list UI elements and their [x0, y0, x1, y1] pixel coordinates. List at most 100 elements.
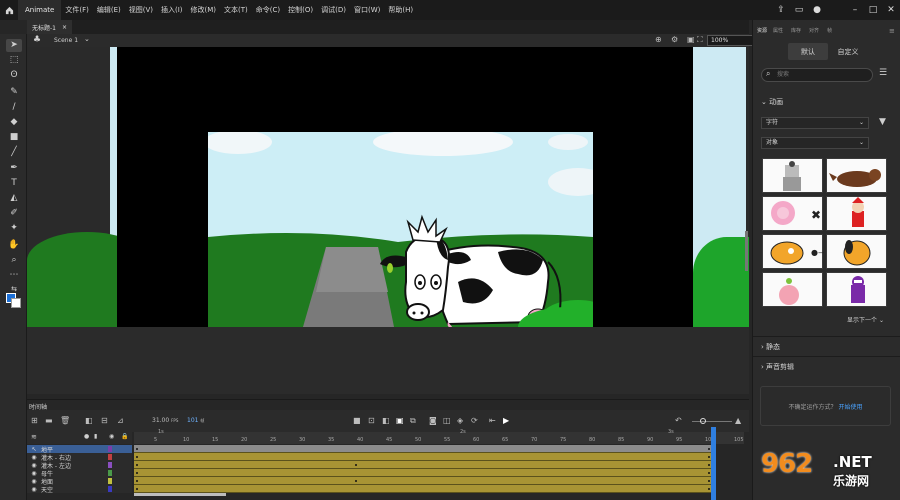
eye-icon[interactable]: ◉: [27, 454, 41, 461]
keyframe[interactable]: [708, 480, 710, 482]
insert-blank-keyframe-icon[interactable]: ◫: [443, 416, 451, 425]
show-all-layers-icon[interactable]: ▮: [94, 433, 97, 440]
window-icon[interactable]: ▭: [790, 5, 808, 15]
camera-icon[interactable]: ◧: [85, 416, 93, 425]
asset-thumb-dog-2[interactable]: [826, 234, 887, 269]
lasso-tool-icon[interactable]: ʘ: [6, 69, 22, 82]
keyframe[interactable]: [136, 472, 138, 474]
keyframe[interactable]: [355, 464, 357, 466]
zoom-mountain-icon[interactable]: ▲: [735, 416, 741, 425]
asset-search-input[interactable]: 搜索: [761, 68, 873, 82]
fill-color-swatch[interactable]: [11, 298, 21, 308]
rectangle-tool-icon[interactable]: ■: [6, 131, 22, 144]
list-view-icon[interactable]: ☰: [879, 68, 887, 78]
playhead[interactable]: [711, 427, 716, 500]
menu-debug[interactable]: 调试(D): [317, 5, 350, 15]
onion-skin-icon[interactable]: ▣: [396, 416, 404, 425]
brush-tool-icon[interactable]: ✎: [6, 86, 22, 99]
tab-assets[interactable]: 资源: [757, 27, 767, 34]
layer-color-swatch[interactable]: [108, 470, 112, 476]
free-transform-tool-icon[interactable]: ⬚: [6, 54, 22, 67]
segment-custom[interactable]: 自定义: [828, 43, 868, 60]
tab-properties[interactable]: 属性: [773, 27, 783, 34]
menu-help[interactable]: 帮助(H): [384, 5, 417, 15]
layer-track[interactable]: [134, 445, 714, 453]
loop-playback-icon[interactable]: ⟳: [471, 416, 478, 425]
menu-modify[interactable]: 修改(M): [187, 5, 221, 15]
edit-multiple-frames-icon[interactable]: ⧉: [410, 416, 416, 426]
new-layer-icon[interactable]: ⊞: [31, 416, 38, 425]
frame-ruler[interactable]: 1s 2s 3s 5 10 15 20 25 30 35 40 45 50 55 60 65 70 75 80…: [134, 429, 744, 444]
tab-library[interactable]: 库存: [791, 27, 801, 34]
menu-view[interactable]: 视图(V): [125, 5, 157, 15]
paint-bucket-tool-icon[interactable]: ◭: [6, 192, 22, 205]
loop-icon[interactable]: ■: [353, 416, 361, 425]
paint-brush-tool-icon[interactable]: /: [6, 101, 22, 114]
zoom-tool-icon[interactable]: ⌕: [6, 254, 22, 267]
keyframe[interactable]: [708, 464, 710, 466]
selection-tool-icon[interactable]: ➤: [6, 39, 22, 52]
layer-color-swatch[interactable]: [108, 462, 112, 468]
keyframe[interactable]: [136, 480, 138, 482]
eye-icon[interactable]: ◉: [27, 486, 41, 493]
new-folder-icon[interactable]: ▬: [45, 416, 53, 425]
layer-track[interactable]: [134, 469, 714, 477]
layer-track[interactable]: [134, 485, 714, 493]
keyframe[interactable]: [708, 448, 710, 450]
frame-size-slider[interactable]: [692, 421, 732, 422]
panel-menu-icon[interactable]: ≡: [889, 27, 895, 35]
highlight-layers-icon[interactable]: ●: [84, 433, 89, 440]
tween-icon[interactable]: ◈: [457, 416, 463, 425]
filter-icon[interactable]: ▼: [879, 117, 886, 127]
fit-icon[interactable]: ⛶: [697, 35, 703, 45]
share-icon[interactable]: ⇪: [772, 5, 790, 15]
center-stage-icon[interactable]: ⊕: [655, 35, 662, 44]
graph-icon[interactable]: ⊿: [117, 416, 124, 425]
hand-tool-icon[interactable]: ✋: [6, 239, 22, 252]
static-section-header[interactable]: › 静态: [753, 336, 900, 354]
layer-track[interactable]: [134, 477, 714, 485]
asset-thumb-snail[interactable]: ✖: [762, 196, 823, 231]
asset-thumb-pig[interactable]: [762, 272, 823, 307]
pen-tool-icon[interactable]: ✒: [6, 162, 22, 175]
audio-section-header[interactable]: › 声音剪辑: [753, 356, 900, 374]
asset-thumb-dog-1[interactable]: ●—: [762, 234, 826, 269]
character-dropdown[interactable]: 字符 ⌄: [761, 117, 869, 129]
layer-color-swatch[interactable]: [108, 454, 112, 460]
frame-size-slider-handle[interactable]: [700, 418, 706, 424]
home-icon[interactable]: [0, 0, 18, 20]
scene-clapper-icon[interactable]: ♣: [33, 35, 41, 45]
segment-default[interactable]: 默认: [788, 43, 828, 60]
get-started-link[interactable]: 开始使用: [839, 402, 863, 411]
asset-thumb-santa[interactable]: [826, 196, 887, 231]
asset-thumb-wolf[interactable]: [826, 158, 887, 193]
timeline-scrollbar[interactable]: [134, 493, 226, 496]
layer-depth-icon[interactable]: ⊟: [101, 416, 108, 425]
pin-tool-icon[interactable]: ✦: [6, 222, 22, 235]
layer-color-swatch[interactable]: [108, 478, 112, 484]
undo-icon[interactable]: ↶: [675, 416, 682, 425]
close-tab-icon[interactable]: ×: [62, 24, 67, 31]
scene-label[interactable]: Scene 1: [54, 37, 78, 44]
edit-symbols-icon[interactable]: ⚙: [671, 35, 678, 44]
close-window-icon[interactable]: ✕: [882, 5, 900, 15]
lock-icon[interactable]: 🔒: [121, 433, 128, 440]
document-tab[interactable]: 无标题-1 ×: [27, 20, 73, 34]
eye-icon[interactable]: ◉: [109, 433, 114, 440]
play-icon[interactable]: ▶: [503, 416, 509, 425]
step-back-icon[interactable]: ⇤: [489, 416, 496, 425]
tab-frame[interactable]: 帧: [827, 27, 832, 34]
layer-color-swatch[interactable]: [108, 446, 112, 452]
layer-selected-icon[interactable]: ↖: [27, 446, 41, 453]
menu-insert[interactable]: 插入(I): [157, 5, 187, 15]
asset-thumb-robot[interactable]: [762, 158, 823, 193]
menu-control[interactable]: 控制(O): [284, 5, 317, 15]
eye-icon[interactable]: ◉: [27, 470, 41, 477]
prev-keyframe-icon[interactable]: ◧: [382, 416, 390, 425]
delete-layer-icon[interactable]: 🗑: [60, 416, 70, 425]
publish-icon[interactable]: ●: [808, 5, 826, 15]
menu-window[interactable]: 窗口(W): [350, 5, 384, 15]
eraser-tool-icon[interactable]: ◆: [6, 116, 22, 129]
maximize-icon[interactable]: □: [864, 5, 882, 15]
layer-track[interactable]: [134, 461, 714, 469]
